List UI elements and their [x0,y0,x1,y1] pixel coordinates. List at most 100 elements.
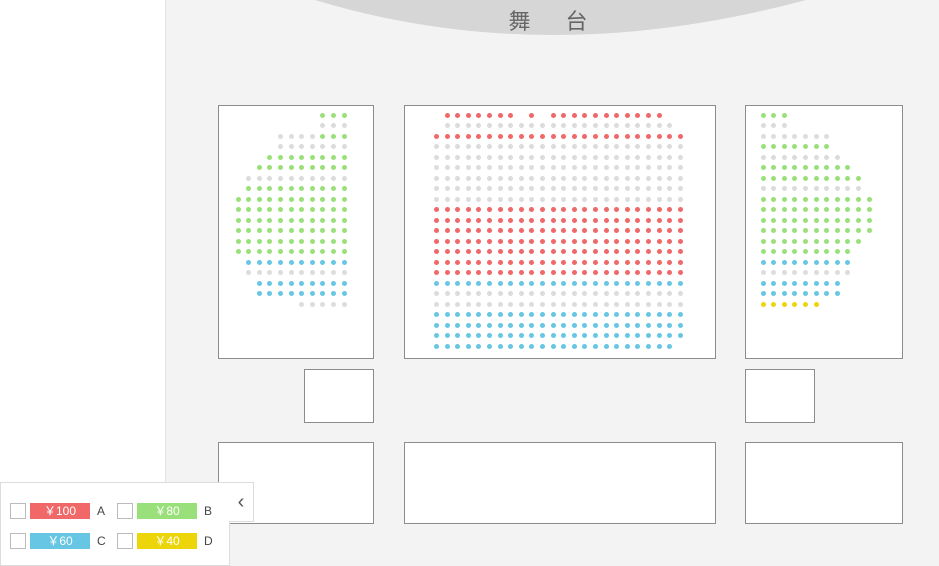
seat[interactable] [571,228,577,233]
seat[interactable] [341,207,347,212]
seat[interactable] [309,249,315,254]
seat[interactable] [444,259,450,265]
seat[interactable] [614,280,620,286]
seat[interactable] [487,343,492,349]
seat[interactable] [476,133,482,139]
seat[interactable] [635,322,641,328]
seat[interactable] [487,322,492,328]
seat[interactable] [465,207,471,212]
seat[interactable] [624,217,630,223]
seat[interactable] [624,207,630,212]
seat[interactable] [624,333,630,338]
seat[interactable] [550,259,556,265]
seat[interactable] [624,112,630,118]
seat[interactable] [834,280,840,286]
seat[interactable] [550,133,556,139]
seat[interactable] [434,322,439,328]
seat[interactable] [487,112,492,118]
seat[interactable] [309,280,315,286]
seat[interactable] [341,228,347,233]
seat[interactable] [561,217,567,223]
seat[interactable] [476,322,482,328]
seat[interactable] [529,259,535,265]
seat[interactable] [593,133,598,139]
seat[interactable] [561,133,567,139]
seat[interactable] [444,133,450,139]
seat[interactable] [434,133,439,139]
seat[interactable] [824,217,830,223]
seat[interactable] [320,238,326,244]
seat[interactable] [309,207,315,212]
seat[interactable] [476,217,482,223]
seat[interactable] [582,133,588,139]
seat[interactable] [677,333,683,338]
seat[interactable] [455,343,461,349]
seat[interactable] [235,196,241,202]
seat[interactable] [550,249,556,254]
seat[interactable] [646,112,651,118]
seat[interactable] [656,333,662,338]
seat[interactable] [855,217,861,223]
seat[interactable] [813,196,819,202]
seat[interactable] [540,217,545,223]
seat[interactable] [540,259,545,265]
seat[interactable] [476,259,482,265]
seat[interactable] [540,207,545,212]
seat[interactable] [465,133,471,139]
seat[interactable] [781,112,787,118]
seat[interactable] [760,228,766,233]
seat[interactable] [330,112,336,118]
seat[interactable] [288,165,294,170]
seat[interactable] [330,196,336,202]
seat[interactable] [771,301,777,307]
seat[interactable] [646,312,651,317]
seat[interactable] [267,217,273,223]
seat[interactable] [288,249,294,254]
seat[interactable] [646,238,651,244]
seat[interactable] [487,280,492,286]
seat[interactable] [635,112,641,118]
seat[interactable] [834,249,840,254]
seat[interactable] [434,270,439,275]
seat[interactable] [813,165,819,170]
seat[interactable] [603,238,609,244]
seat[interactable] [550,238,556,244]
seat[interactable] [455,322,461,328]
seat[interactable] [444,270,450,275]
seat[interactable] [288,186,294,191]
seat[interactable] [465,333,471,338]
seat[interactable] [434,249,439,254]
seat[interactable] [444,217,450,223]
seat[interactable] [646,217,651,223]
seat[interactable] [624,322,630,328]
seat[interactable] [444,280,450,286]
seat[interactable] [309,217,315,223]
seat[interactable] [434,228,439,233]
seat[interactable] [465,259,471,265]
seat[interactable] [309,228,315,233]
seat[interactable] [824,196,830,202]
seat[interactable] [434,343,439,349]
seat[interactable] [677,270,683,275]
seat[interactable] [582,280,588,286]
seat[interactable] [571,112,577,118]
seat[interactable] [341,154,347,160]
seat[interactable] [813,259,819,265]
seat[interactable] [561,343,567,349]
seat[interactable] [635,217,641,223]
seat[interactable] [277,196,283,202]
seat[interactable] [582,259,588,265]
seat[interactable] [529,343,535,349]
checkbox-c[interactable] [10,533,26,549]
seat[interactable] [497,249,503,254]
seat[interactable] [330,217,336,223]
seat[interactable] [571,343,577,349]
seat[interactable] [518,249,524,254]
seat[interactable] [624,312,630,317]
seat[interactable] [656,238,662,244]
seat[interactable] [866,196,872,202]
seat[interactable] [497,259,503,265]
seat[interactable] [299,238,305,244]
seat[interactable] [781,228,787,233]
seat[interactable] [330,259,336,265]
